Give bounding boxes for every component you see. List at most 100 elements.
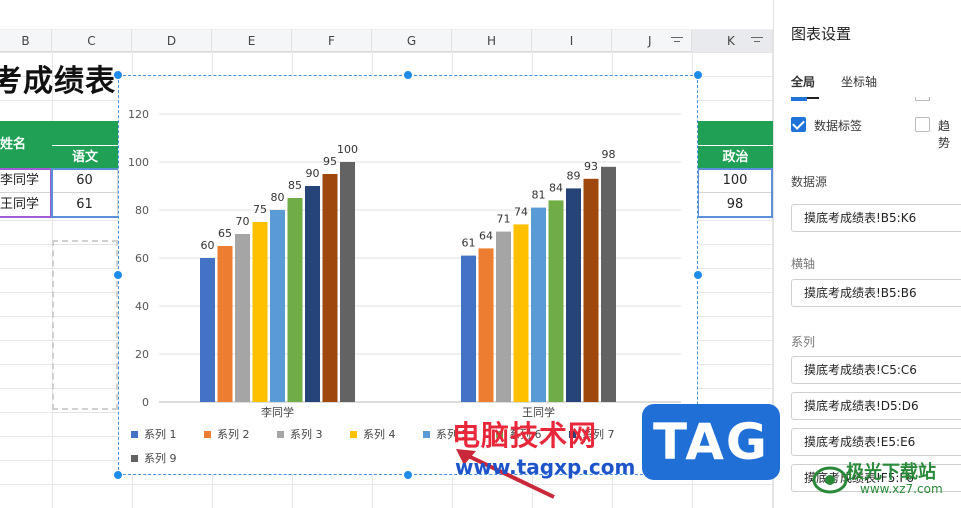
- resize-handle[interactable]: [693, 270, 703, 280]
- bar: [478, 248, 494, 402]
- data-label: 98: [602, 148, 616, 161]
- x-category-label: 李同学: [261, 405, 294, 419]
- data-label: 75: [253, 203, 267, 216]
- bar: [305, 186, 320, 402]
- legend-label: 系列 9: [144, 451, 177, 465]
- legend-label: 系列 1: [144, 427, 177, 441]
- bar: [235, 234, 250, 402]
- resize-handle[interactable]: [113, 470, 123, 480]
- range-placeholder: [52, 240, 118, 410]
- tag-logo: TAG: [642, 404, 780, 480]
- legend-swatch: [277, 431, 284, 438]
- data-label: 65: [218, 227, 232, 240]
- data-label: 61: [462, 237, 476, 250]
- col-header-i[interactable]: I: [532, 30, 612, 52]
- data-label: 85: [288, 179, 302, 192]
- bar: [200, 258, 215, 402]
- data-source-field[interactable]: 摸底考成绩表!B5:K6: [791, 204, 961, 232]
- y-tick-label: 20: [135, 348, 149, 361]
- range-highlight-politics: [697, 168, 773, 218]
- series-field[interactable]: 摸底考成绩表!C5:C6: [791, 356, 961, 384]
- toolbar-strip: [0, 0, 773, 30]
- bar: [287, 198, 303, 402]
- chart[interactable]: 0 20 40 60 80 100 120 60 65 70 75 80 85 90 95 100 李同学 61 6…: [118, 75, 698, 475]
- y-tick-label: 80: [135, 204, 149, 217]
- section-x-axis: 横轴: [791, 257, 816, 271]
- bar: [601, 166, 616, 402]
- section-series: 系列: [791, 335, 816, 349]
- watermark-logo-url: www.xz7.com: [860, 482, 943, 496]
- tab-axis[interactable]: 坐标轴: [841, 73, 877, 90]
- col-header-e[interactable]: E: [212, 30, 292, 52]
- legend-swatch: [423, 431, 430, 438]
- series-field[interactable]: 摸底考成绩表!D5:D6: [791, 392, 961, 420]
- header-chinese[interactable]: 语文: [52, 145, 118, 169]
- column-header-row: B C D E F G H I J K: [0, 30, 773, 52]
- bar: [513, 224, 529, 402]
- data-label: 74: [514, 205, 528, 218]
- bar: [252, 222, 268, 402]
- tab-global[interactable]: 全局: [791, 73, 815, 90]
- bar: [583, 178, 599, 402]
- panel-title: 图表设置: [791, 25, 852, 43]
- y-tick-label: 60: [135, 252, 149, 265]
- data-label: 93: [584, 160, 598, 173]
- header-politics[interactable]: 政治: [698, 145, 773, 169]
- header-merged-top-right[interactable]: [698, 121, 773, 145]
- trendline-checkbox[interactable]: [915, 117, 930, 132]
- bar: [217, 246, 233, 402]
- range-highlight-chinese: [51, 168, 120, 218]
- legend-swatch: [131, 431, 138, 438]
- legend-swatch: [204, 431, 211, 438]
- sheet-title[interactable]: 考成绩表: [0, 56, 116, 100]
- legend-swatch: [131, 455, 138, 462]
- legend-swatch: [350, 431, 357, 438]
- watermark-url: www.tagxp.com: [455, 455, 636, 479]
- y-tick-label: 0: [142, 396, 149, 409]
- bar: [548, 200, 564, 402]
- col-header-h[interactable]: H: [452, 30, 532, 52]
- data-label: 90: [306, 167, 320, 180]
- bar: [496, 231, 511, 402]
- col-header-d[interactable]: D: [132, 30, 212, 52]
- range-highlight-names: [0, 168, 52, 218]
- y-tick-label: 120: [128, 108, 149, 121]
- bar: [531, 207, 546, 402]
- bar: [322, 174, 338, 402]
- data-labels-checkbox[interactable]: [791, 117, 806, 132]
- y-tick-label: 40: [135, 300, 149, 313]
- resize-handle[interactable]: [693, 70, 703, 80]
- partial-checkbox[interactable]: [915, 97, 930, 101]
- data-label: 70: [236, 215, 250, 228]
- data-label: 64: [479, 229, 493, 242]
- header-merged-top[interactable]: [52, 121, 118, 145]
- x-axis-field[interactable]: 摸底考成绩表!B5:B6: [791, 279, 961, 307]
- legend-label: 系列 4: [363, 427, 396, 441]
- legend-label: 系列 3: [290, 427, 323, 441]
- header-name[interactable]: 姓名: [0, 121, 52, 169]
- partial-checkbox[interactable]: [791, 97, 807, 101]
- col-header-b[interactable]: B: [0, 30, 52, 52]
- data-label: 100: [337, 143, 358, 156]
- bar: [270, 210, 285, 402]
- resize-handle[interactable]: [403, 470, 413, 480]
- bar: [340, 162, 355, 402]
- y-tick-label: 100: [128, 156, 149, 169]
- data-label: 84: [549, 181, 563, 194]
- col-header-c[interactable]: C: [52, 30, 132, 52]
- watermark-logo-text: 极光下载站: [846, 462, 936, 483]
- series-field[interactable]: 摸底考成绩表!E5:E6: [791, 428, 961, 456]
- chart-settings-panel: 图表设置 全局 坐标轴 数据标签 趋势 数据源 摸底考成绩表!B5:K6 横轴 …: [773, 0, 961, 508]
- data-label: 60: [201, 239, 215, 252]
- col-header-f[interactable]: F: [292, 30, 372, 52]
- filter-icon[interactable]: [750, 35, 764, 47]
- resize-handle[interactable]: [113, 270, 123, 280]
- data-label: 71: [497, 213, 511, 226]
- filter-icon[interactable]: [670, 35, 684, 47]
- legend-label: 系列 2: [217, 427, 250, 441]
- col-header-g[interactable]: G: [372, 30, 452, 52]
- data-labels-label: 数据标签: [814, 119, 863, 133]
- resize-handle[interactable]: [403, 70, 413, 80]
- data-label: 81: [532, 189, 546, 202]
- resize-handle[interactable]: [113, 70, 123, 80]
